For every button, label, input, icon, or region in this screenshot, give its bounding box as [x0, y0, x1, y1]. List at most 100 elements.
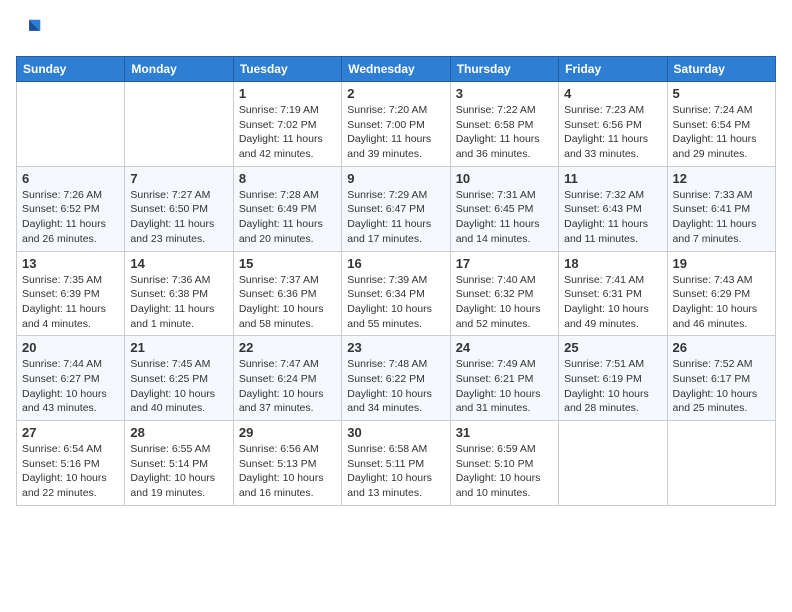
calendar-cell: [17, 82, 125, 167]
calendar-cell: 12Sunrise: 7:33 AM Sunset: 6:41 PM Dayli…: [667, 166, 775, 251]
day-number: 4: [564, 86, 661, 101]
day-number: 6: [22, 171, 119, 186]
day-info: Sunrise: 7:48 AM Sunset: 6:22 PM Dayligh…: [347, 357, 444, 416]
day-number: 25: [564, 340, 661, 355]
day-info: Sunrise: 6:56 AM Sunset: 5:13 PM Dayligh…: [239, 442, 336, 501]
day-info: Sunrise: 7:19 AM Sunset: 7:02 PM Dayligh…: [239, 103, 336, 162]
day-number: 13: [22, 256, 119, 271]
day-of-week-header: Thursday: [450, 57, 558, 82]
day-info: Sunrise: 7:24 AM Sunset: 6:54 PM Dayligh…: [673, 103, 770, 162]
day-info: Sunrise: 6:54 AM Sunset: 5:16 PM Dayligh…: [22, 442, 119, 501]
calendar-cell: 22 Sunrise: 7:47 AM Sunset: 6:24 PM Dayli…: [233, 336, 341, 421]
day-info: Sunrise: 7:35 AM Sunset: 6:39 PM Dayligh…: [22, 273, 119, 332]
day-info: Sunrise: 7:31 AM Sunset: 6:45 PM Dayligh…: [456, 188, 553, 247]
day-info: Sunrise: 7:43 AM Sunset: 6:29 PM Dayligh…: [673, 273, 770, 332]
calendar-cell: 30 Sunrise: 6:58 AM Sunset: 5:11 PM Dayli…: [342, 421, 450, 506]
day-number: 19: [673, 256, 770, 271]
day-info: Sunrise: 7:49 AM Sunset: 6:21 PM Dayligh…: [456, 357, 553, 416]
calendar-cell: 17Sunrise: 7:40 AM Sunset: 6:32 PM Dayli…: [450, 251, 558, 336]
calendar-cell: 15 Sunrise: 7:37 AM Sunset: 6:36 PM Dayli…: [233, 251, 341, 336]
day-info: Sunrise: 7:39 AM Sunset: 6:34 PM Dayligh…: [347, 273, 444, 332]
day-of-week-header: Monday: [125, 57, 233, 82]
calendar-cell: 7 Sunrise: 7:27 AM Sunset: 6:50 PM Daylig…: [125, 166, 233, 251]
logo-icon: [16, 16, 44, 44]
day-number: 20: [22, 340, 119, 355]
calendar-cell: 16 Sunrise: 7:39 AM Sunset: 6:34 PM Dayli…: [342, 251, 450, 336]
calendar-cell: 14Sunrise: 7:36 AM Sunset: 6:38 PM Dayli…: [125, 251, 233, 336]
day-number: 2: [347, 86, 444, 101]
day-info: Sunrise: 7:52 AM Sunset: 6:17 PM Dayligh…: [673, 357, 770, 416]
day-info: Sunrise: 7:47 AM Sunset: 6:24 PM Dayligh…: [239, 357, 336, 416]
day-number: 14: [130, 256, 227, 271]
day-number: 7: [130, 171, 227, 186]
page-header: [16, 16, 776, 44]
day-number: 31: [456, 425, 553, 440]
day-number: 23: [347, 340, 444, 355]
day-number: 30: [347, 425, 444, 440]
calendar-cell: 21 Sunrise: 7:45 AM Sunset: 6:25 PM Dayli…: [125, 336, 233, 421]
calendar-cell: 27 Sunrise: 6:54 AM Sunset: 5:16 PM Dayli…: [17, 421, 125, 506]
calendar-header-row: SundayMondayTuesdayWednesdayThursdayFrid…: [17, 57, 776, 82]
calendar-cell: 10 Sunrise: 7:31 AM Sunset: 6:45 PM Dayli…: [450, 166, 558, 251]
day-number: 10: [456, 171, 553, 186]
calendar-cell: [559, 421, 667, 506]
calendar-week-row: 6 Sunrise: 7:26 AM Sunset: 6:52 PM Daylig…: [17, 166, 776, 251]
day-number: 15: [239, 256, 336, 271]
day-info: Sunrise: 7:20 AM Sunset: 7:00 PM Dayligh…: [347, 103, 444, 162]
day-of-week-header: Wednesday: [342, 57, 450, 82]
calendar-cell: 11Sunrise: 7:32 AM Sunset: 6:43 PM Dayli…: [559, 166, 667, 251]
calendar-cell: 4Sunrise: 7:23 AM Sunset: 6:56 PM Daylig…: [559, 82, 667, 167]
day-of-week-header: Saturday: [667, 57, 775, 82]
day-info: Sunrise: 7:29 AM Sunset: 6:47 PM Dayligh…: [347, 188, 444, 247]
day-number: 27: [22, 425, 119, 440]
day-of-week-header: Sunday: [17, 57, 125, 82]
calendar-cell: 23 Sunrise: 7:48 AM Sunset: 6:22 PM Dayli…: [342, 336, 450, 421]
day-info: Sunrise: 6:58 AM Sunset: 5:11 PM Dayligh…: [347, 442, 444, 501]
day-number: 8: [239, 171, 336, 186]
day-number: 24: [456, 340, 553, 355]
day-number: 9: [347, 171, 444, 186]
day-number: 16: [347, 256, 444, 271]
day-info: Sunrise: 7:27 AM Sunset: 6:50 PM Dayligh…: [130, 188, 227, 247]
calendar-cell: 13 Sunrise: 7:35 AM Sunset: 6:39 PM Dayli…: [17, 251, 125, 336]
calendar-cell: 24 Sunrise: 7:49 AM Sunset: 6:21 PM Dayli…: [450, 336, 558, 421]
day-info: Sunrise: 6:59 AM Sunset: 5:10 PM Dayligh…: [456, 442, 553, 501]
calendar-cell: 6 Sunrise: 7:26 AM Sunset: 6:52 PM Daylig…: [17, 166, 125, 251]
calendar-cell: 25 Sunrise: 7:51 AM Sunset: 6:19 PM Dayli…: [559, 336, 667, 421]
calendar-cell: 2 Sunrise: 7:20 AM Sunset: 7:00 PM Daylig…: [342, 82, 450, 167]
calendar-cell: 5 Sunrise: 7:24 AM Sunset: 6:54 PM Daylig…: [667, 82, 775, 167]
day-of-week-header: Friday: [559, 57, 667, 82]
calendar-cell: [125, 82, 233, 167]
day-number: 22: [239, 340, 336, 355]
day-number: 1: [239, 86, 336, 101]
day-number: 18: [564, 256, 661, 271]
day-number: 29: [239, 425, 336, 440]
calendar-week-row: 27 Sunrise: 6:54 AM Sunset: 5:16 PM Dayli…: [17, 421, 776, 506]
calendar-cell: 26 Sunrise: 7:52 AM Sunset: 6:17 PM Dayli…: [667, 336, 775, 421]
day-info: Sunrise: 7:22 AM Sunset: 6:58 PM Dayligh…: [456, 103, 553, 162]
calendar-cell: 19 Sunrise: 7:43 AM Sunset: 6:29 PM Dayli…: [667, 251, 775, 336]
day-number: 5: [673, 86, 770, 101]
day-info: Sunrise: 7:32 AM Sunset: 6:43 PM Dayligh…: [564, 188, 661, 247]
day-of-week-header: Tuesday: [233, 57, 341, 82]
day-info: Sunrise: 7:37 AM Sunset: 6:36 PM Dayligh…: [239, 273, 336, 332]
calendar-cell: [667, 421, 775, 506]
calendar-cell: 8 Sunrise: 7:28 AM Sunset: 6:49 PM Daylig…: [233, 166, 341, 251]
logo: [16, 16, 48, 44]
day-info: Sunrise: 7:28 AM Sunset: 6:49 PM Dayligh…: [239, 188, 336, 247]
calendar-week-row: 1 Sunrise: 7:19 AM Sunset: 7:02 PM Daylig…: [17, 82, 776, 167]
calendar-cell: 28 Sunrise: 6:55 AM Sunset: 5:14 PM Dayli…: [125, 421, 233, 506]
day-info: Sunrise: 7:45 AM Sunset: 6:25 PM Dayligh…: [130, 357, 227, 416]
day-number: 21: [130, 340, 227, 355]
calendar-cell: 29 Sunrise: 6:56 AM Sunset: 5:13 PM Dayli…: [233, 421, 341, 506]
day-number: 26: [673, 340, 770, 355]
calendar-cell: 18Sunrise: 7:41 AM Sunset: 6:31 PM Dayli…: [559, 251, 667, 336]
day-info: Sunrise: 7:33 AM Sunset: 6:41 PM Dayligh…: [673, 188, 770, 247]
day-info: Sunrise: 7:51 AM Sunset: 6:19 PM Dayligh…: [564, 357, 661, 416]
day-number: 28: [130, 425, 227, 440]
day-info: Sunrise: 7:26 AM Sunset: 6:52 PM Dayligh…: [22, 188, 119, 247]
calendar-cell: 20Sunrise: 7:44 AM Sunset: 6:27 PM Dayli…: [17, 336, 125, 421]
day-info: Sunrise: 6:55 AM Sunset: 5:14 PM Dayligh…: [130, 442, 227, 501]
calendar-cell: 9 Sunrise: 7:29 AM Sunset: 6:47 PM Daylig…: [342, 166, 450, 251]
calendar-week-row: 20Sunrise: 7:44 AM Sunset: 6:27 PM Dayli…: [17, 336, 776, 421]
